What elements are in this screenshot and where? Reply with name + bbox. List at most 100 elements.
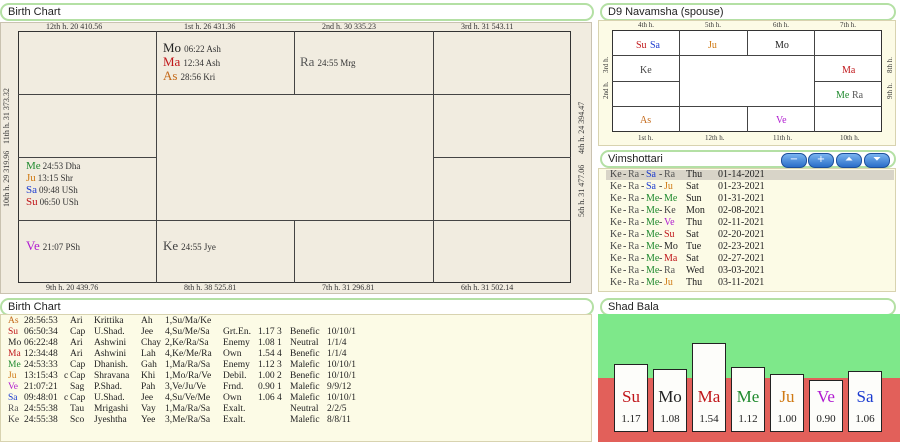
planet-cell-pada: 3,Ve/Ju/Ve (165, 382, 206, 392)
navamsha-planet: As (640, 115, 652, 126)
planet-entry: Ke 24:55 Jye (163, 238, 216, 254)
planet-cell-sb: 1.17 3 (258, 327, 282, 337)
house-label-bottom: 7th h. 31 296.81 (322, 283, 375, 292)
planet-cell-sign: Tau (70, 404, 85, 414)
planet-name: As (8, 316, 19, 326)
dasha-sep: - (623, 193, 627, 204)
dasha-sep: - (659, 181, 663, 192)
navamsha-house-label: 7th h. (840, 21, 856, 29)
planet-cell-sb: 1.06 4 (258, 393, 282, 403)
dasha-sep: - (641, 229, 645, 240)
dasha-date: 01-31-2021 (718, 193, 765, 204)
planet-glyph: Sa (26, 184, 37, 196)
planet-cell-lord: Gah (141, 360, 157, 370)
dasha-row[interactable]: Ke - Ra - Me - Ma Sat 02-27-2021 (606, 254, 894, 264)
planet-name: Ma (8, 349, 21, 359)
planet-cell-nat: Benefic (290, 349, 320, 359)
planet-cell-val: 1/1/4 (327, 349, 347, 359)
planet-cell-pada: 1,Ma/Ra/Sa (165, 360, 211, 370)
navamsha-planet: Su (636, 40, 647, 51)
scroll-down-button[interactable]: ⏷ (864, 153, 890, 168)
dasha-row[interactable]: Ke - Ra - Me - Ke Mon 02-08-2021 (606, 206, 894, 216)
planet-cell-val: 8/8/11 (327, 415, 351, 425)
navamsha-planet: Me (836, 90, 850, 101)
dasha-lord: Ra (664, 169, 676, 180)
navamsha-house-label: 10th h. (840, 134, 860, 142)
dasha-date: 03-03-2021 (718, 265, 765, 276)
planet-cell-deg: 24:55:38 (24, 415, 58, 425)
planet-cell-dig: Own (223, 393, 242, 403)
dasha-sep: - (641, 241, 645, 252)
dasha-lord: Ke (610, 241, 622, 252)
dasha-row[interactable]: Ke - Ra - Sa - Ra Thu 01-14-2021 (606, 170, 894, 180)
planet-cell-nak: Mrigashi (94, 404, 129, 414)
dasha-row[interactable]: Ke - Ra - Sa - Ju Sat 01-23-2021 (606, 182, 894, 192)
dasha-row[interactable]: Ke - Ra - Me - Mo Tue 02-23-2021 (606, 242, 894, 252)
planet-entry: Sa 09:48 USh (26, 184, 78, 196)
navamsha-house-label: 11th h. (773, 134, 793, 142)
planet-cell-dig: Grt.En. (223, 327, 251, 337)
dasha-day: Sun (686, 193, 702, 204)
shad-bala-title-text: Shad Bala (608, 301, 659, 313)
navamsha-house-label: 2nd h. (602, 81, 610, 100)
collapse-button[interactable]: − (781, 153, 807, 168)
dasha-sep: - (659, 253, 663, 264)
planet-cell-dig: Frnd. (223, 382, 244, 392)
shad-bala-value: 1.17 (621, 413, 641, 425)
planet-cell-dig: Enemy (223, 360, 250, 370)
grid-line (612, 81, 679, 82)
dasha-date: 02-27-2021 (718, 253, 765, 264)
shad-bala-value: 0.90 (816, 413, 836, 425)
dasha-day: Sat (686, 181, 699, 192)
grid-line (814, 81, 882, 82)
dasha-lord: Me (646, 277, 660, 288)
house-label-top: 2nd h. 30 335.23 (322, 22, 376, 31)
dasha-lord: Ra (664, 265, 676, 276)
dasha-lord: Ra (628, 253, 640, 264)
expand-button[interactable]: + (808, 153, 834, 168)
shad-bala-bar: Me 1.12 (731, 367, 765, 432)
dasha-sep: - (623, 241, 627, 252)
scroll-up-button[interactable]: ⏶ (836, 153, 862, 168)
planet-cell-val: 10/10/1 (327, 327, 357, 337)
planet-table-row: Su 06:50:34 Cap U.Shad. Jee 4,Su/Me/Sa Grt.En.… (4, 327, 588, 338)
planet-cell-nat: Neutral (290, 404, 319, 414)
house-label-left: 11th h. 31 373.32 (2, 88, 11, 144)
dasha-row[interactable]: Ke - Ra - Me - Me Sun 01-31-2021 (606, 194, 894, 204)
planet-cell-sb: 1.12 3 (258, 360, 282, 370)
shad-bala-planet: Ju (779, 387, 795, 406)
navamsha-house-label: 6th h. (773, 21, 789, 29)
shad-bala-bar: Ma 1.54 (692, 343, 726, 432)
planet-cell-val: 2/2/5 (327, 404, 347, 414)
dasha-lord: Mo (664, 241, 678, 252)
dasha-lord: Ra (628, 193, 640, 204)
planet-cell-pada: 4,Ke/Me/Ra (165, 349, 212, 359)
house-label-top: 3rd h. 31 543.11 (461, 22, 514, 31)
shad-bala-planet: Me (736, 387, 760, 406)
dasha-row[interactable]: Ke - Ra - Me - Ju Thu 03-11-2021 (606, 278, 894, 288)
planet-cell-sign: Sag (70, 382, 85, 392)
dasha-date: 02-08-2021 (718, 205, 765, 216)
dasha-lord: Me (646, 193, 660, 204)
planet-degree: 28:56 Kri (180, 72, 216, 82)
planet-cell-nat: Malefic (290, 360, 320, 370)
dasha-lord: Ke (610, 253, 622, 264)
planet-degree: 24:55 Mrg (317, 58, 356, 68)
planet-name: Sa (8, 393, 18, 403)
chart-line (156, 31, 157, 283)
dasha-row[interactable]: Ke - Ra - Me - Ve Thu 02-11-2021 (606, 218, 894, 228)
dasha-sep: - (641, 205, 645, 216)
dasha-row[interactable]: Ke - Ra - Me - Su Sat 02-20-2021 (606, 230, 894, 240)
shad-bala-planet: Sa (856, 387, 874, 406)
planet-cell-deg: 24:55:38 (24, 404, 58, 414)
planet-degree: 06:50 USh (39, 197, 79, 207)
dasha-lord: Ke (610, 193, 622, 204)
dasha-day: Sat (686, 229, 699, 240)
dasha-day: Mon (686, 205, 705, 216)
planet-cell-lord: Yee (141, 415, 156, 425)
house-label-right: 4th h. 24 394.47 (577, 101, 586, 154)
planet-cell-val: 10/10/1 (327, 360, 357, 370)
dasha-row[interactable]: Ke - Ra - Me - Ra Wed 03-03-2021 (606, 266, 894, 276)
planet-cell-nak: U.Shad. (94, 393, 125, 403)
dasha-sep: - (623, 181, 627, 192)
